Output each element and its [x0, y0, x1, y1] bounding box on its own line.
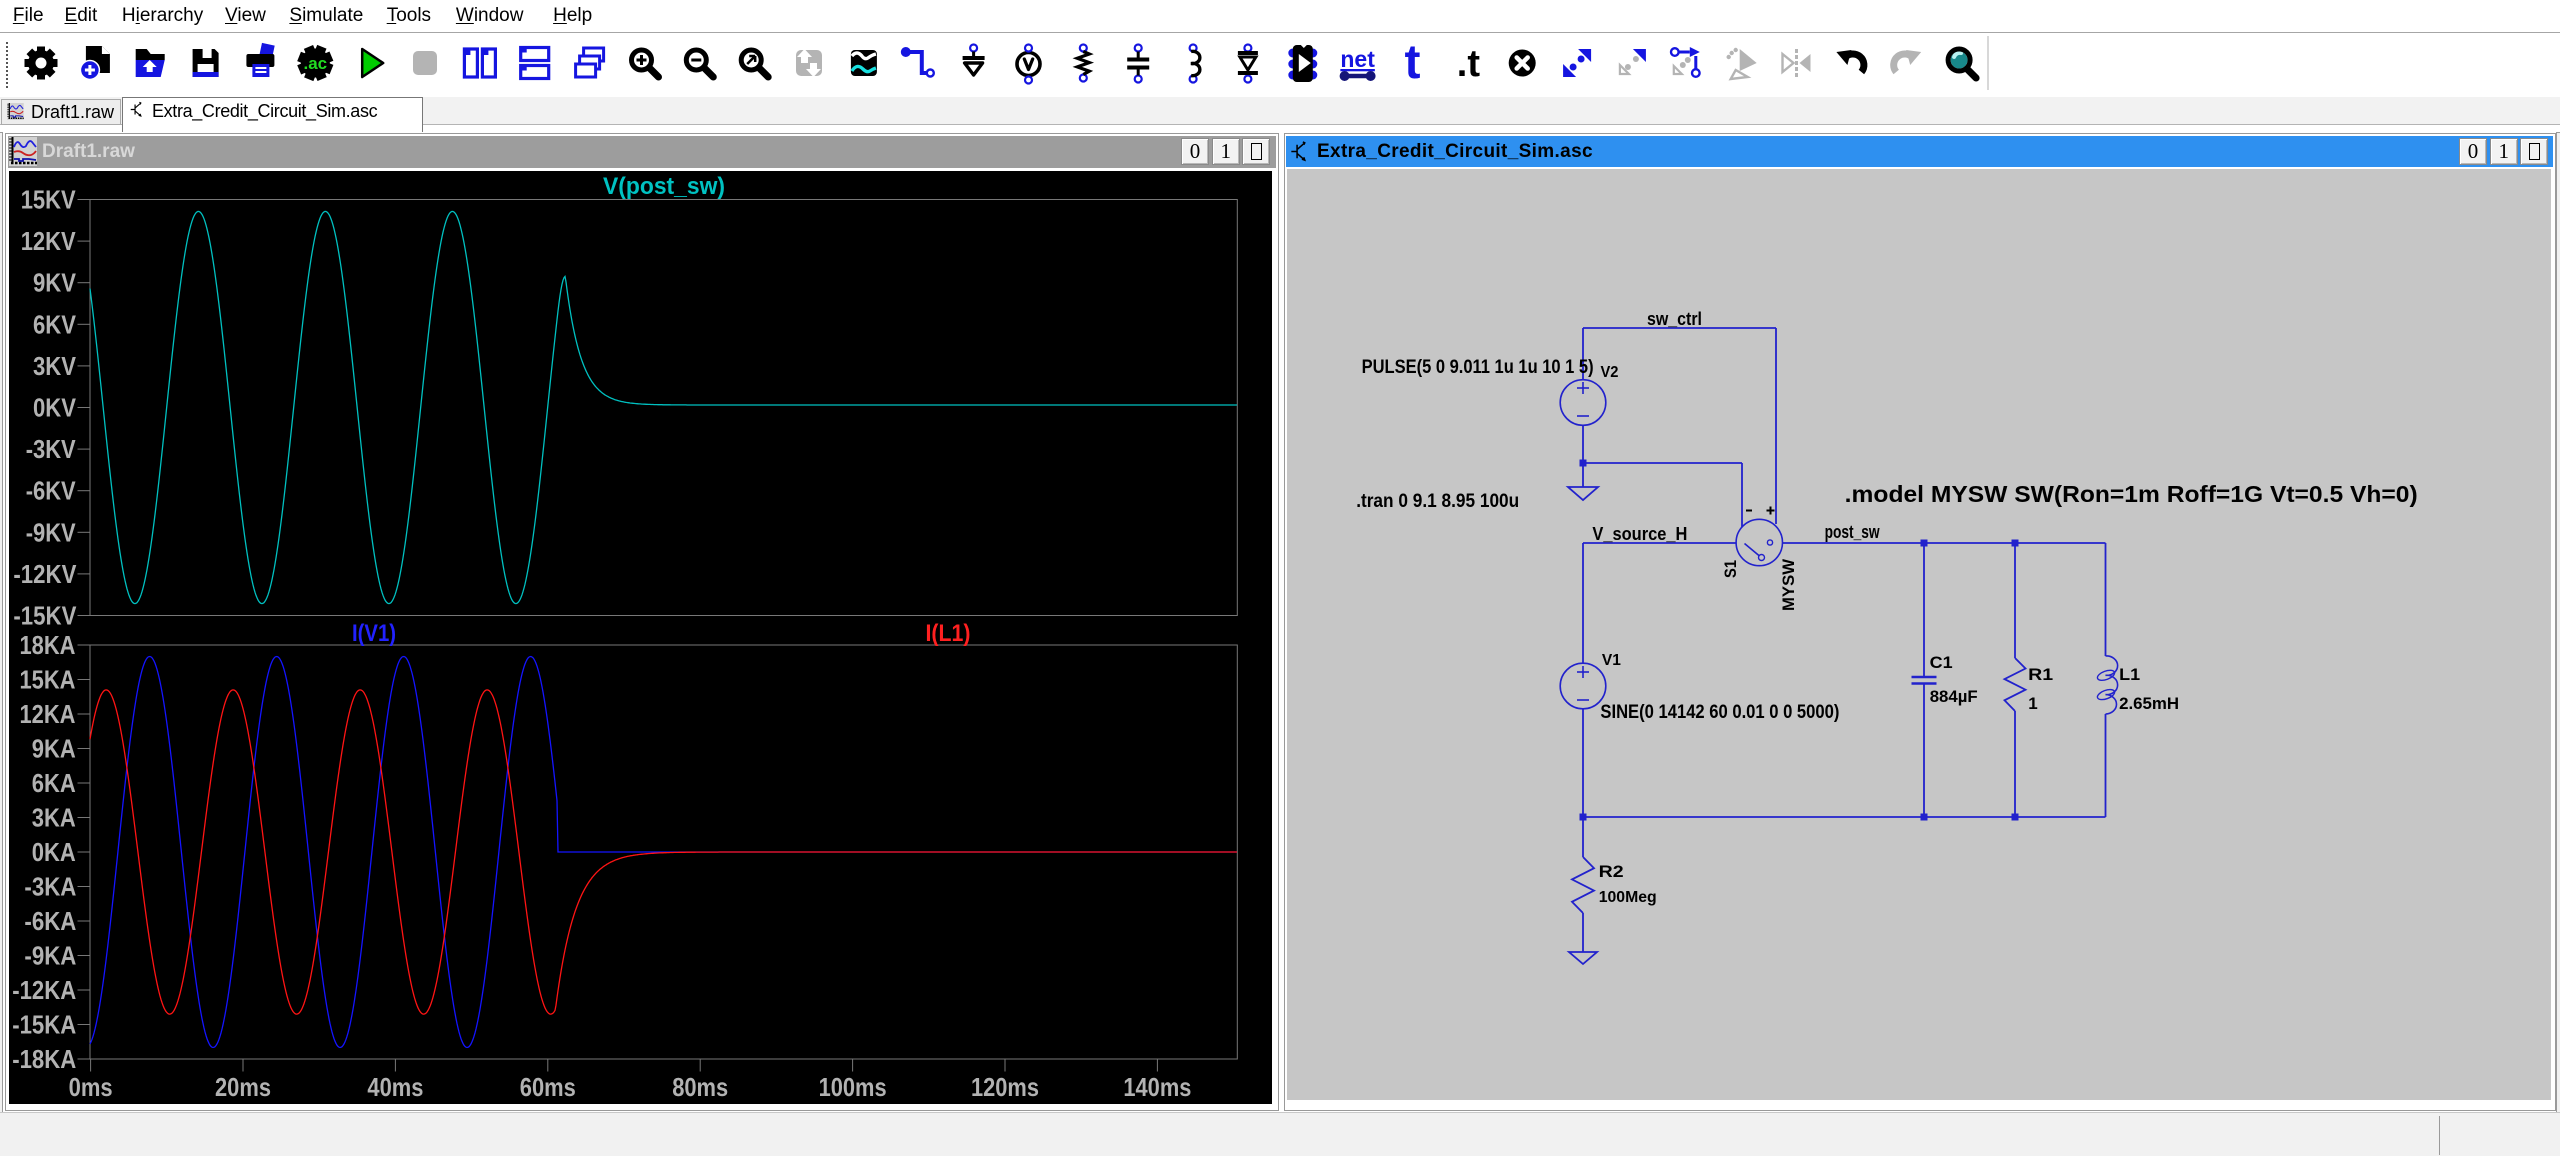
svg-text:net: net: [1340, 46, 1375, 72]
svg-text:12KA: 12KA: [20, 699, 76, 729]
svg-text:-9KV: -9KV: [26, 517, 77, 547]
svg-text:-15KA: -15KA: [12, 1010, 76, 1040]
svg-text:S1: S1: [1721, 560, 1740, 578]
svg-text:15KV: 15KV: [21, 185, 77, 215]
svg-text:140ms: 140ms: [1123, 1072, 1191, 1102]
svg-text:.ac: .ac: [303, 54, 327, 73]
svg-text:0KV: 0KV: [33, 393, 77, 423]
svg-text:100ms: 100ms: [819, 1072, 887, 1102]
svg-text:15KA: 15KA: [20, 665, 76, 695]
svg-text:-3KA: -3KA: [24, 872, 76, 902]
svg-text:-6KV: -6KV: [26, 476, 77, 506]
svg-text:SINE(0 14142 60 0.01 0 0 5000): SINE(0 14142 60 0.01 0 0 5000): [1600, 702, 1839, 723]
svg-text:-15KV: -15KV: [13, 601, 77, 631]
svg-text:1: 1: [2028, 694, 2037, 713]
svg-text:3KA: 3KA: [32, 803, 76, 833]
svg-text:6KV: 6KV: [33, 309, 77, 339]
svg-text:V(post_sw): V(post_sw): [603, 173, 725, 200]
svg-text:-6KA: -6KA: [24, 906, 76, 936]
svg-text:L1: L1: [2119, 665, 2140, 684]
svg-text:20ms: 20ms: [215, 1072, 271, 1102]
svg-text:-12KV: -12KV: [13, 559, 77, 589]
svg-text:.model MYSW SW(Ron=1m Roff=1G: .model MYSW SW(Ron=1m Roff=1G Vt=0.5 Vh=…: [1845, 481, 2418, 507]
svg-text:40ms: 40ms: [367, 1072, 423, 1102]
svg-text:C1: C1: [1930, 653, 1953, 672]
svg-text:9KA: 9KA: [32, 734, 76, 764]
svg-text:120ms: 120ms: [971, 1072, 1039, 1102]
svg-text:0ms: 0ms: [69, 1072, 113, 1102]
svg-text:.t: .t: [1457, 43, 1481, 85]
svg-text:2.65mH: 2.65mH: [2119, 694, 2179, 713]
svg-text:3KV: 3KV: [33, 351, 77, 381]
svg-text:-3KV: -3KV: [26, 434, 77, 464]
svg-text:-18KA: -18KA: [12, 1044, 76, 1074]
svg-text:V2: V2: [1601, 364, 1619, 381]
svg-text:0KA: 0KA: [32, 837, 76, 867]
svg-text:6KA: 6KA: [32, 768, 76, 798]
svg-text:V_source_H: V_source_H: [1592, 524, 1687, 544]
svg-text:.tran 0 9.1 8.95 100u: .tran 0 9.1 8.95 100u: [1356, 491, 1519, 512]
svg-text:I(L1): I(L1): [926, 620, 971, 647]
svg-text:60ms: 60ms: [520, 1072, 576, 1102]
svg-text:-12KA: -12KA: [12, 975, 76, 1005]
svg-text:100Meg: 100Meg: [1599, 889, 1657, 906]
svg-text:I(V1): I(V1): [352, 620, 396, 647]
svg-text:MYSW: MYSW: [1779, 558, 1798, 611]
svg-text:sw_ctrl: sw_ctrl: [1647, 309, 1702, 329]
svg-text:18KA: 18KA: [20, 630, 76, 660]
svg-text:80ms: 80ms: [672, 1072, 728, 1102]
svg-text:R2: R2: [1599, 862, 1624, 881]
svg-text:post_sw: post_sw: [1825, 522, 1881, 542]
svg-text:884µF: 884µF: [1930, 687, 1978, 706]
svg-text:V1: V1: [1602, 652, 1621, 669]
svg-text:-9KA: -9KA: [24, 941, 76, 971]
svg-text:9KV: 9KV: [33, 268, 77, 298]
svg-text:PULSE(5 0 9.011 1u 1u 10 1 5): PULSE(5 0 9.011 1u 1u 10 1 5): [1362, 357, 1594, 378]
svg-text:12KV: 12KV: [21, 226, 77, 256]
svg-text:t: t: [1405, 36, 1421, 89]
svg-text:R1: R1: [2028, 665, 2053, 684]
